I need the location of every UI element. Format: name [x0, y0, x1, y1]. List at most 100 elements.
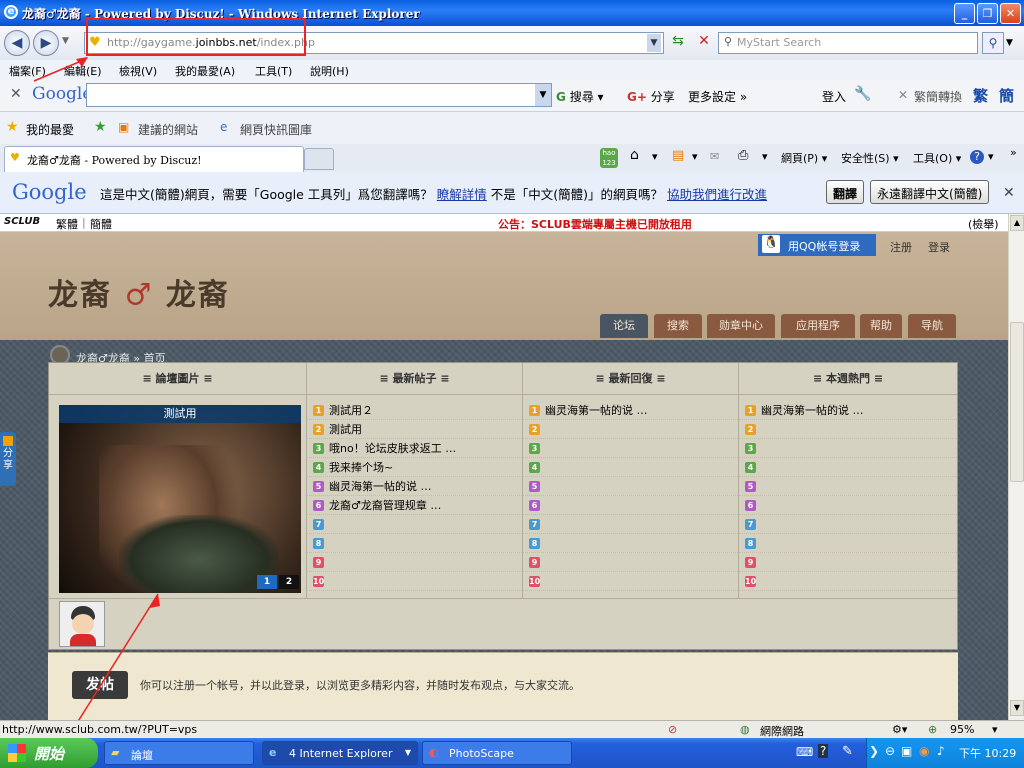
menu-help[interactable]: 說明(H) — [310, 63, 349, 79]
suggested-sites-link[interactable]: 建議的網站 — [138, 121, 198, 138]
recent-pages-icon[interactable]: ▼ — [62, 36, 69, 46]
magnifier-icon: ⚲ — [724, 35, 733, 48]
favorites-button[interactable]: 我的最愛 — [26, 121, 74, 138]
print-icon[interactable]: ⎙ — [738, 148, 748, 163]
network-icon[interactable]: ▣ — [901, 744, 912, 758]
google-g-icon: G — [556, 90, 566, 104]
tools-menu[interactable]: 工具(O) ▾ — [913, 150, 961, 166]
translate-bar: Google 這是中文(簡體)網頁，需要「Google 工具列」爲您翻譯嗎？ 瞭… — [0, 172, 1024, 214]
home-icon[interactable]: ⌂ — [630, 147, 639, 163]
ie-icon: e — [4, 5, 18, 19]
share-label: 分享 — [650, 90, 675, 104]
start-button[interactable]: 開始 — [0, 738, 98, 768]
search-input[interactable]: MyStart Search — [718, 32, 978, 54]
status-bar: http://www.sclub.com.tw/?PUT=vps ⊘ ◍ 網際網… — [0, 720, 1024, 738]
protected-mode-icon[interactable]: ⚙▾ — [892, 723, 907, 736]
maximize-button[interactable]: ❐ — [977, 3, 998, 24]
language-icon[interactable]: ✎ — [842, 744, 853, 759]
menu-bar: 檔案(F) 編輯(E) 檢視(V) 我的最愛(A) 工具(T) 說明(H) — [0, 60, 1024, 80]
overflow-icon[interactable]: » — [1010, 146, 1017, 159]
forward-icon[interactable]: ▶ — [33, 30, 59, 56]
add-favorite-icon[interactable]: ★ — [94, 119, 107, 135]
tab-label: 龙裔♂龙裔 - Powered by Discuz! — [27, 154, 202, 167]
help-improve-link[interactable]: 協助我們進行改進 — [667, 187, 767, 202]
tray-app2-icon[interactable]: ◉ — [919, 744, 929, 758]
rss-icon[interactable]: ▤ — [672, 148, 684, 163]
page-menu[interactable]: 網頁(P) ▾ — [781, 150, 827, 166]
status-blocked-icon[interactable]: ⊘ — [668, 723, 677, 736]
scroll-down-icon[interactable]: ▼ — [1010, 700, 1024, 716]
learn-more-link[interactable]: 瞭解詳情 — [437, 187, 487, 202]
convert-label: 繁簡轉換 — [914, 90, 963, 104]
task-group-icon: ▼ — [404, 748, 411, 757]
address-dropdown-icon[interactable]: ▼ — [647, 34, 661, 52]
share-side-tab[interactable]: 分享 — [0, 432, 16, 486]
share-button[interactable]: G+ 分享 — [627, 88, 675, 105]
clock[interactable]: 下午 10:29 — [959, 745, 1016, 761]
windows-logo-icon — [8, 744, 26, 762]
stop-icon[interactable]: ✕ — [694, 33, 714, 53]
traditional-button[interactable]: 繁 — [973, 85, 988, 106]
google-dropdown-icon[interactable]: ▼ — [535, 84, 551, 106]
hao123-icon[interactable]: hao 123 — [600, 148, 618, 168]
menu-tools[interactable]: 工具(T) — [255, 63, 292, 79]
google-search-button[interactable]: G 搜尋 ▾ — [556, 88, 604, 105]
task-forum-label: 論壇 — [131, 749, 153, 762]
convert-close-icon[interactable]: ✕ — [898, 88, 908, 102]
translate-close-icon[interactable]: ✕ — [1003, 185, 1015, 201]
scroll-thumb[interactable] — [1010, 322, 1024, 482]
zoom-level[interactable]: 95% — [950, 723, 974, 736]
search-options-icon[interactable]: ▼ — [1006, 38, 1013, 48]
suggested-icon: ▣ — [118, 120, 130, 134]
web-slice-gallery-link[interactable]: 網頁快訊圖庫 — [240, 121, 312, 138]
google-logo: Google — [32, 84, 93, 104]
volume-icon[interactable]: ♪ — [937, 744, 945, 758]
home-dropdown-icon[interactable]: ▾ — [652, 150, 658, 163]
task-photoscape[interactable]: ◐ PhotoScape — [422, 741, 572, 765]
translate-msg2: 不是「中文(簡體)」的網頁嗎？ — [490, 187, 664, 202]
zoom-icon: ⊕ — [928, 723, 938, 736]
mail-icon[interactable]: ✉ — [710, 150, 719, 163]
tray-app1-icon[interactable]: ⊖ — [885, 744, 895, 758]
menu-annotation-arrow — [33, 57, 88, 82]
keyboard-icon[interactable]: ⌨ — [796, 745, 813, 759]
zone-label: 網際網路 — [760, 725, 804, 738]
help-icon[interactable]: ? — [970, 150, 984, 164]
refresh-icon[interactable]: ⇆ — [668, 33, 688, 53]
zoom-dropdown-icon[interactable]: ▾ — [992, 723, 998, 736]
more-settings-button[interactable]: 更多設定 » — [688, 88, 747, 105]
google-search-label: 搜尋 — [569, 90, 594, 104]
back-icon[interactable]: ◀ — [4, 30, 30, 56]
new-tab-button[interactable] — [304, 148, 334, 170]
annotation-arrow — [78, 593, 160, 720]
google-search-input[interactable]: ▼ — [86, 83, 552, 107]
menu-favorites[interactable]: 我的最愛(A) — [175, 63, 235, 79]
rss-dropdown-icon[interactable]: ▾ — [692, 150, 698, 163]
print-dropdown-icon[interactable]: ▾ — [762, 150, 768, 163]
always-translate-button[interactable]: 永遠翻譯中文(簡體) — [870, 180, 990, 204]
favorites-star-icon: ★ — [6, 119, 19, 135]
navigation-bar: ◀ ▶ ▼ ♥ http://gaygame.joinbbs.net/index… — [0, 18, 1024, 60]
page-scrollbar[interactable]: ▲ ▼ — [1008, 214, 1024, 720]
wrench-icon[interactable]: 🔧 — [854, 86, 871, 102]
tray-expand-icon[interactable]: ❯ — [869, 744, 879, 758]
login-button[interactable]: 登入 — [822, 88, 846, 105]
menu-view[interactable]: 檢視(V) — [119, 63, 157, 79]
translate-msg1: 這是中文(簡體)網頁，需要「Google 工具列」爲您翻譯嗎？ — [100, 187, 433, 202]
help-dropdown-icon[interactable]: ▾ — [988, 150, 994, 163]
task-ie[interactable]: e 4 Internet Explorer ▼ — [262, 741, 418, 765]
tab-current[interactable]: ♥ 龙裔♂龙裔 - Powered by Discuz! — [4, 146, 304, 172]
simplified-button[interactable]: 簡 — [999, 85, 1014, 106]
task-forum[interactable]: ▰ 論壇 — [104, 741, 254, 765]
translate-button[interactable]: 翻譯 — [826, 180, 865, 204]
search-go-icon[interactable]: ⚲ — [982, 32, 1004, 54]
close-button[interactable]: ✕ — [1000, 3, 1021, 24]
safety-menu-label: 安全性(S) — [841, 152, 890, 165]
minimize-button[interactable]: _ — [954, 3, 975, 24]
tab-row: ♥ 龙裔♂龙裔 - Powered by Discuz! hao 123 ⌂ ▾ … — [0, 144, 1024, 172]
safety-menu[interactable]: 安全性(S) ▾ — [841, 150, 899, 166]
help-tray-icon[interactable]: ? — [818, 744, 829, 758]
scroll-up-icon[interactable]: ▲ — [1010, 215, 1024, 231]
toolbar-close-icon[interactable]: ✕ — [10, 86, 22, 102]
taskbar: 開始 ▰ 論壇 e 4 Internet Explorer ▼ ◐ PhotoS… — [0, 738, 1024, 768]
